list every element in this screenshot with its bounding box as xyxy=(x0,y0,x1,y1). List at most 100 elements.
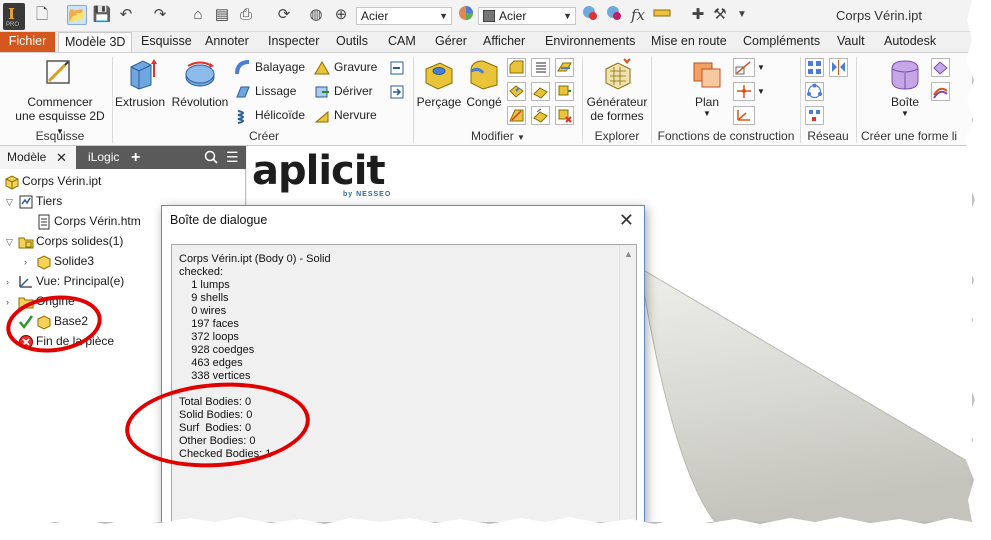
place-button[interactable] xyxy=(389,81,409,101)
shell-tool[interactable] xyxy=(507,82,526,101)
tab-outils[interactable]: Outils xyxy=(330,32,374,52)
dialog-report-line: 1 lumps xyxy=(179,279,230,291)
collapse-arrow-icon[interactable]: › xyxy=(6,277,9,287)
tree-item-part[interactable]: Corps Vérin.ipt xyxy=(4,171,101,191)
globe-icon[interactable]: ⊕ xyxy=(331,5,351,25)
redo-icon[interactable]: ↷ xyxy=(150,5,170,25)
boite-button[interactable]: Boîte ▼ xyxy=(880,57,930,118)
collapse-arrow-icon[interactable]: › xyxy=(24,257,27,267)
group-label-forme-libre: Créer une forme li xyxy=(861,129,958,143)
ribbon-tabs: Fichier Modèle 3D Esquisse Annoter Inspe… xyxy=(0,32,972,67)
update-icon[interactable]: ⟳ xyxy=(274,5,294,25)
appearance-dropdown[interactable]: Acier ▼ xyxy=(478,7,576,25)
tree-item-solid3[interactable]: Solide3 xyxy=(36,251,94,271)
rectangular-pattern-tool[interactable] xyxy=(805,58,824,77)
thread-tool[interactable] xyxy=(531,58,550,77)
helicoide-button[interactable]: Hélicoïde xyxy=(235,105,305,125)
dialog-scrollbar[interactable]: ▲ xyxy=(619,245,636,522)
tree-item-htm[interactable]: Corps Vérin.htm xyxy=(36,211,141,231)
sketch-icon xyxy=(43,57,77,91)
work-axis-dropdown[interactable]: ▼ xyxy=(757,58,765,78)
save-icon[interactable]: 💾 xyxy=(92,5,112,25)
appearance-icon[interactable] xyxy=(456,5,476,25)
home-icon[interactable]: ⌂ xyxy=(188,5,208,25)
chamfer-tool[interactable] xyxy=(507,58,526,77)
revolution-button[interactable]: Révolution xyxy=(170,57,230,109)
sketch-pattern-tool[interactable] xyxy=(805,106,824,125)
dialog-report-line: 197 faces xyxy=(179,318,239,330)
menu-icon[interactable]: ☰ xyxy=(226,146,239,169)
move-face-tool[interactable] xyxy=(555,58,574,77)
plan-button[interactable]: Plan ▼ xyxy=(685,57,729,118)
work-point-dropdown[interactable]: ▼ xyxy=(757,82,765,102)
extrusion-button[interactable]: Extrusion xyxy=(115,57,165,109)
tree-item-tiers[interactable]: Tiers xyxy=(18,191,62,211)
collapse-arrow-icon[interactable]: › xyxy=(6,297,9,307)
document-title: Corps Vérin.ipt xyxy=(836,8,922,23)
work-point-tool[interactable] xyxy=(733,82,755,101)
tab-annoter[interactable]: Annoter xyxy=(199,32,255,52)
import-button[interactable] xyxy=(389,57,409,77)
draft-tool[interactable] xyxy=(507,106,526,125)
plus-icon[interactable]: ✚ xyxy=(688,5,708,25)
parameters-fx-icon[interactable]: fx xyxy=(628,5,648,25)
gravure-button[interactable]: Gravure xyxy=(314,57,377,77)
close-tab-icon[interactable]: ✕ xyxy=(56,146,67,169)
search-icon[interactable] xyxy=(204,146,218,169)
clear-appearance-icon[interactable] xyxy=(580,5,600,25)
add-tab-icon[interactable]: + xyxy=(131,146,140,169)
delete-face-tool[interactable] xyxy=(555,106,574,125)
conge-button[interactable]: Congé xyxy=(463,57,505,109)
percage-button[interactable]: Perçage xyxy=(416,57,462,109)
close-icon[interactable]: ✕ xyxy=(619,210,634,231)
customize-dropdown-icon[interactable]: ▼ xyxy=(732,5,752,25)
lissage-button[interactable]: Lissage xyxy=(235,81,296,101)
mirror-tool[interactable] xyxy=(829,58,848,77)
tab-esquisse[interactable]: Esquisse xyxy=(135,32,198,52)
tab-environnements[interactable]: Environnements xyxy=(539,32,641,52)
combine-tool[interactable] xyxy=(531,106,550,125)
tab-modele-3d[interactable]: Modèle 3D xyxy=(58,32,133,52)
expand-arrow-icon[interactable]: ▽ xyxy=(6,197,13,208)
adjust-appearance-icon[interactable] xyxy=(604,5,624,25)
nervure-button[interactable]: Nervure xyxy=(314,105,377,125)
group-label-creer: Créer xyxy=(248,129,279,143)
expand-arrow-icon[interactable]: ▽ xyxy=(6,237,13,248)
tools-icon[interactable]: ⚒ xyxy=(710,5,730,25)
tab-mise-en-route[interactable]: Mise en route xyxy=(645,32,733,52)
split-tool[interactable] xyxy=(531,82,550,101)
measure-ruler-icon[interactable] xyxy=(652,5,672,25)
open-folder-icon[interactable]: 📂 xyxy=(67,5,87,25)
ucs-tool[interactable] xyxy=(733,106,755,125)
inventor-logo[interactable]: I PRO xyxy=(3,3,25,30)
tab-complements[interactable]: Compléments xyxy=(737,32,826,52)
tab-autodesk-a360[interactable]: Autodesk A360 xyxy=(878,32,972,67)
scroll-up-icon[interactable]: ▲ xyxy=(624,249,633,259)
shape-generator-button[interactable]: Générateur de formes xyxy=(585,57,649,123)
tab-cam[interactable]: CAM xyxy=(382,32,422,52)
tree-item-view[interactable]: Vue: Principal(e) xyxy=(18,271,124,291)
tab-afficher[interactable]: Afficher xyxy=(477,32,531,52)
tab-inspecter[interactable]: Inspecter xyxy=(262,32,325,52)
undo-icon[interactable]: ↶ xyxy=(116,5,136,25)
start-2d-sketch-button[interactable]: Commencer une esquisse 2D ▼ xyxy=(10,57,110,137)
properties-icon[interactable]: ▤ xyxy=(212,5,232,25)
freeform-plane-tool[interactable] xyxy=(931,58,950,77)
work-axis-tool[interactable] xyxy=(733,58,755,77)
browser-tab-model[interactable]: Modèle ✕ xyxy=(0,146,76,169)
copy-object-tool[interactable] xyxy=(555,82,574,101)
deriver-button[interactable]: Dériver xyxy=(314,81,373,101)
new-file-icon[interactable]: 🗋 xyxy=(32,5,52,25)
tab-fichier[interactable]: Fichier xyxy=(0,32,55,52)
browser-tab-ilogic[interactable]: iLogic xyxy=(88,146,119,169)
measure-icon[interactable]: ◍ xyxy=(306,5,326,25)
tree-item-solid-bodies[interactable]: Corps solides(1) xyxy=(18,231,123,251)
view-icon xyxy=(18,274,34,290)
balayage-button[interactable]: Balayage xyxy=(235,57,305,77)
circular-pattern-tool[interactable] xyxy=(805,82,824,101)
tab-gerer[interactable]: Gérer xyxy=(429,32,473,52)
tab-vault[interactable]: Vault xyxy=(831,32,871,52)
freeform-face-tool[interactable] xyxy=(931,82,950,101)
material-dropdown[interactable]: Acier ▼ xyxy=(356,7,452,25)
print-icon[interactable]: ⎙ xyxy=(236,5,256,25)
